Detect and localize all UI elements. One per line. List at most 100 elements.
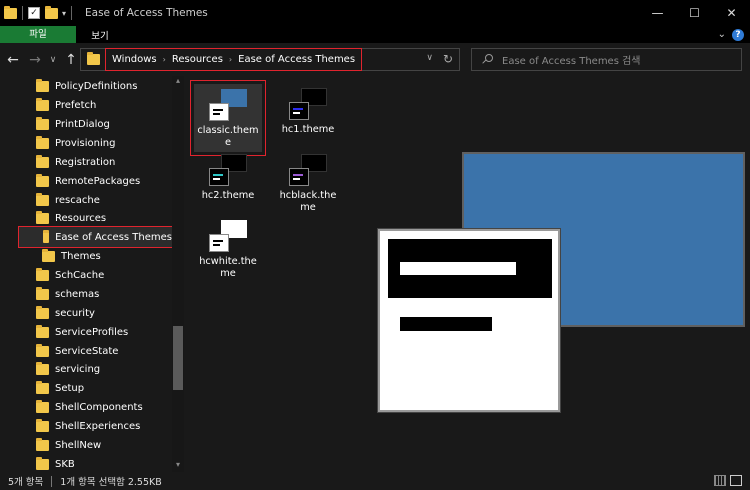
back-arrow-icon[interactable]: ← xyxy=(2,49,24,71)
search-placeholder: Ease of Access Themes 검색 xyxy=(502,56,641,67)
sidebar-item[interactable]: security xyxy=(36,304,95,323)
folder-icon xyxy=(36,117,49,130)
details-view-icon[interactable] xyxy=(714,475,726,486)
sidebar-item[interactable]: Setup xyxy=(36,379,84,398)
folder-icon xyxy=(87,52,100,65)
toolbar-divider xyxy=(71,6,73,20)
folder-icon xyxy=(36,136,49,149)
file-item-hc2-theme[interactable]: hc2.theme xyxy=(190,146,266,202)
folder-icon xyxy=(36,287,49,300)
maximize-button[interactable]: ☐ xyxy=(676,0,713,26)
theme-preview-titlebar xyxy=(388,239,552,298)
close-button[interactable]: ✕ xyxy=(713,0,750,26)
theme-preview-text-line xyxy=(400,317,492,331)
sidebar-item[interactable]: Themes xyxy=(42,247,101,266)
theme-window-front xyxy=(289,102,309,120)
sidebar-item[interactable]: SchCache xyxy=(36,266,104,285)
chevron-right-icon[interactable]: › xyxy=(163,55,166,64)
theme-file-icon xyxy=(287,88,329,122)
sidebar-item[interactable]: schemas xyxy=(36,285,99,304)
folder-icon xyxy=(36,155,49,168)
scroll-up-icon[interactable]: ▴ xyxy=(172,76,184,88)
sidebar-item-selected[interactable]: Ease of Access Themes xyxy=(18,226,173,248)
forward-arrow-icon[interactable]: → xyxy=(24,49,46,71)
folder-icon xyxy=(36,306,49,319)
minimize-button[interactable]: — xyxy=(639,0,676,26)
folder-icon xyxy=(36,174,49,187)
chevron-right-icon[interactable]: › xyxy=(229,55,232,64)
selection-info: 1개 항목 선택함 2.55KB xyxy=(60,477,162,488)
address-bar[interactable]: Windows › Resources › Ease of Access The… xyxy=(80,48,460,71)
file-name: hcwhite.theme xyxy=(199,256,257,279)
theme-window-front xyxy=(289,168,309,186)
quick-access-toolbar: ✓ ▾ xyxy=(4,5,77,20)
folder-icon xyxy=(36,381,49,394)
tab-view[interactable]: 보기 xyxy=(78,26,121,43)
folder-icon xyxy=(36,193,49,206)
search-input[interactable]: Ease of Access Themes 검색 xyxy=(471,48,742,71)
folder-icon xyxy=(36,400,49,413)
sidebar-item[interactable]: ShellExperiences xyxy=(36,417,140,436)
theme-window-front xyxy=(209,234,229,252)
tab-file[interactable]: 파일 xyxy=(0,26,76,43)
scroll-down-icon[interactable]: ▾ xyxy=(172,460,184,472)
sidebar-scrollbar[interactable]: ▴ ▾ xyxy=(172,76,184,472)
sidebar-item[interactable]: PrintDialog xyxy=(36,115,110,134)
sidebar-item[interactable]: SKB xyxy=(36,455,75,472)
folder-icon xyxy=(36,344,49,357)
scrollbar-thumb[interactable] xyxy=(173,326,183,390)
folder-icon xyxy=(36,98,49,111)
sidebar-item[interactable]: ShellNew xyxy=(36,436,101,455)
sidebar-item[interactable]: ShellComponents xyxy=(36,398,143,417)
theme-preview-window xyxy=(378,229,560,412)
sidebar-item[interactable]: rescache xyxy=(36,191,100,210)
folder-icon xyxy=(36,438,49,451)
breadcrumb-resources[interactable]: Resources xyxy=(172,54,223,65)
sidebar-item[interactable]: ServiceProfiles xyxy=(36,323,128,342)
address-dropdown-chevron-icon[interactable]: ∨ xyxy=(426,53,433,63)
sidebar-item[interactable]: Provisioning xyxy=(36,134,115,153)
sidebar-item[interactable]: RemotePackages xyxy=(36,172,140,191)
help-icon[interactable]: ? xyxy=(732,28,744,41)
status-divider xyxy=(51,475,53,487)
expand-ribbon-chevron-icon[interactable]: ⌄ xyxy=(718,29,726,40)
new-folder-icon[interactable] xyxy=(45,5,58,19)
file-item-hcblack-theme[interactable]: hcblack.theme xyxy=(270,146,346,214)
folder-icon xyxy=(36,325,49,338)
up-arrow-icon[interactable]: ↑ xyxy=(60,49,82,71)
navigation-bar: ← → ∨ ↑ Windows › Resources › Ease of Ac… xyxy=(0,43,750,76)
folder-icon xyxy=(43,229,50,243)
theme-window-front xyxy=(209,168,229,186)
sidebar-item[interactable]: Registration xyxy=(36,153,115,172)
title-bar: ✓ ▾ Ease of Access Themes — ☐ ✕ xyxy=(0,0,750,26)
chevron-down-icon[interactable]: ▾ xyxy=(62,9,66,18)
large-icons-view-icon[interactable] xyxy=(730,475,742,486)
theme-file-icon xyxy=(287,154,329,188)
sidebar-item[interactable]: PolicyDefinitions xyxy=(36,77,137,96)
file-name: hc1.theme xyxy=(281,124,335,135)
sidebar-item[interactable]: servicing xyxy=(36,360,100,379)
file-item-classic-theme[interactable]: classic.theme xyxy=(190,80,266,156)
refresh-icon[interactable]: ↻ xyxy=(443,52,453,66)
sidebar-item[interactable]: Prefetch xyxy=(36,96,96,115)
folder-icon xyxy=(36,268,49,281)
search-icon xyxy=(480,53,494,67)
folder-icon[interactable] xyxy=(4,5,17,19)
file-item-hcwhite-theme[interactable]: hcwhite.theme xyxy=(190,212,266,280)
properties-check-icon[interactable]: ✓ xyxy=(28,7,40,19)
status-bar: 5개 항목 1개 항목 선택함 2.55KB xyxy=(0,472,750,490)
recent-locations-chevron-icon[interactable]: ∨ xyxy=(46,49,60,71)
theme-file-icon xyxy=(207,89,249,123)
breadcrumb: Windows › Resources › Ease of Access The… xyxy=(105,48,363,71)
breadcrumb-windows[interactable]: Windows xyxy=(112,54,157,65)
theme-file-icon xyxy=(207,154,249,188)
sidebar-item[interactable]: ServiceState xyxy=(36,342,118,361)
file-item-hc1-theme[interactable]: hc1.theme xyxy=(270,80,346,136)
theme-window-front xyxy=(209,103,229,121)
theme-preview-title-line xyxy=(400,262,516,275)
navigation-pane: PolicyDefinitions Prefetch PrintDialog P… xyxy=(0,76,184,472)
folder-icon xyxy=(36,211,49,224)
breadcrumb-current-folder[interactable]: Ease of Access Themes xyxy=(238,54,355,65)
folder-icon xyxy=(36,419,49,432)
ribbon-tabs: 파일 홈 공유 보기 ⌄ ? xyxy=(0,26,750,43)
